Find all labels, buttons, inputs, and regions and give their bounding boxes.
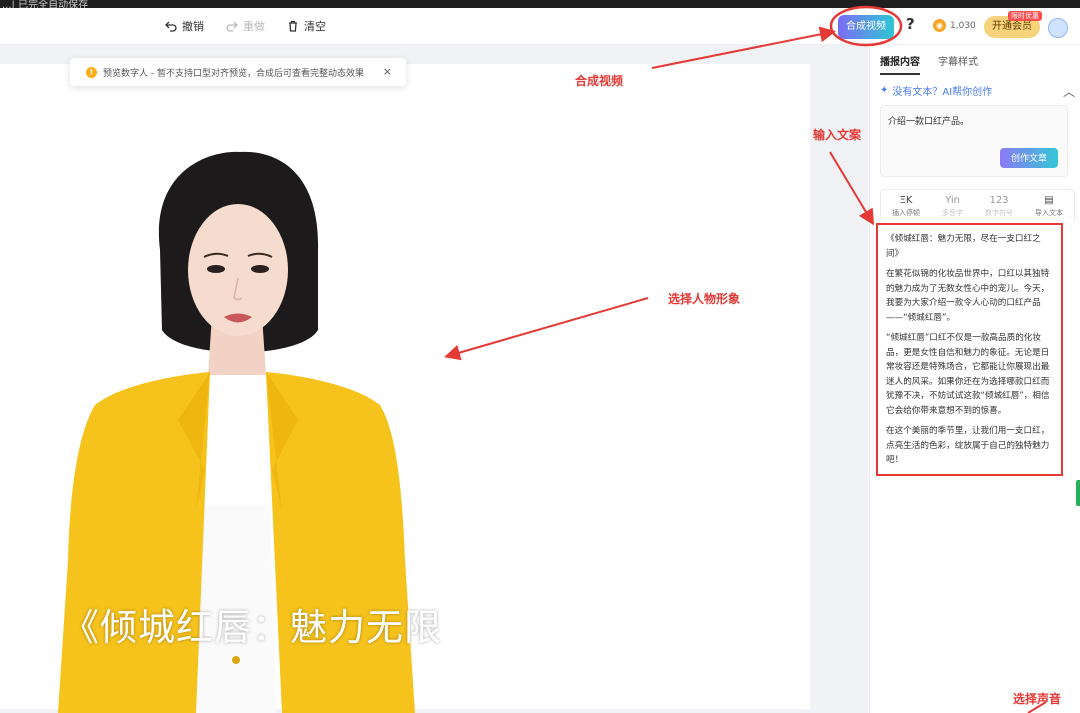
script-paragraph: 《倾城红唇：魅力无限，尽在一支口红之间》 [886,234,1041,259]
vip-badge: 限时优惠 [1008,11,1042,21]
content-panel: 播报内容 字幕样式 ✦ 没有文本？AI帮你创作 ︿ 介绍一款口红产品。 创作文章… [869,45,1080,713]
close-icon[interactable]: × [383,65,392,78]
pinyin-icon: Yin [945,195,960,206]
ai-helper-text: 没有文本？AI帮你创作 [892,87,993,98]
ai-prompt-text: 介绍一款口红产品。 [888,117,970,127]
annotation-input-text: 输入文案 [813,128,862,142]
coin-icon: ◉ [933,19,946,32]
left-eye-shape [207,265,225,273]
right-eye-shape [251,265,269,273]
number-symbol-tool[interactable]: 123 数字符号 [985,195,1013,218]
number-icon: 123 [989,195,1009,206]
import-text-label: 导入文本 [1035,209,1063,217]
document-icon: ▤ [1044,195,1054,206]
ai-prompt-box[interactable]: 介绍一款口红产品。 创作文章 [880,105,1068,177]
annotation-choose-avatar: 选择人物形象 [668,292,741,306]
jacket-button-shape [232,656,240,664]
side-feedback-tab[interactable] [1076,480,1080,506]
tab-broadcast-content[interactable]: 播报内容 [880,53,920,75]
script-paragraph: 在繁花似锦的化妆品世界中，口红以其独特的魅力成为了无数女性心中的宠儿。今天，我要… [886,269,1050,323]
preview-notice: ! 预览数字人 - 暂不支持口型对齐预览，合成后可查看完整动态效果 × [70,58,406,86]
tab-subtitle-style[interactable]: 字幕样式 [938,53,978,75]
ai-helper-row[interactable]: ✦ 没有文本？AI帮你创作 ︿ [880,83,1075,100]
annotation-choose-voice: 选择声音 [1013,692,1062,706]
warning-icon: ! [86,66,97,78]
create-article-button[interactable]: 创作文章 [1000,148,1058,168]
annotation-compose: 合成视频 [575,74,624,88]
polyphone-label: 多音字 [942,209,963,217]
import-text-tool[interactable]: ▤ 导入文本 [1035,195,1063,218]
notice-text: 预览数字人 - 暂不支持口型对齐预览，合成后可查看完整动态效果 [103,68,364,79]
script-paragraph: 在这个美丽的季节里，让我们用一支口红，点亮生活的色彩，绽放属于自己的独特魅力吧！ [886,426,1050,465]
insert-pause-tool[interactable]: ΞK 插入停顿 [892,195,920,218]
number-symbol-label: 数字符号 [985,209,1013,217]
coin-count: 1,030 [950,20,976,31]
pause-icon: ΞK [899,195,913,206]
script-textarea[interactable]: 《倾城红唇：魅力无限，尽在一支口红之间》 在繁花似锦的化妆品世界中，口红以其独特… [876,223,1063,476]
panel-tabs: 播报内容 字幕样式 [880,53,978,75]
insert-pause-label: 插入停顿 [892,209,920,217]
user-avatar-icon[interactable] [1048,18,1068,38]
subtitle-overlay[interactable]: 《倾城红唇：魅力无限 [62,597,442,651]
coin-balance[interactable]: ◉ 1,030 [933,19,976,32]
chevron-up-icon[interactable]: ︿ [1063,83,1075,100]
ai-sparkle-icon: ✦ [880,85,889,96]
script-paragraph: “倾城红唇”口红不仅是一款高品质的化妆品，更是女性自信和魅力的象征。无论是日常妆… [886,333,1050,416]
script-toolbar: ΞK 插入停顿 Yin 多音字 123 数字符号 ▤ 导入文本 [880,189,1075,221]
polyphone-tool[interactable]: Yin 多音字 [942,195,963,218]
help-icon[interactable]: ? [906,15,915,33]
